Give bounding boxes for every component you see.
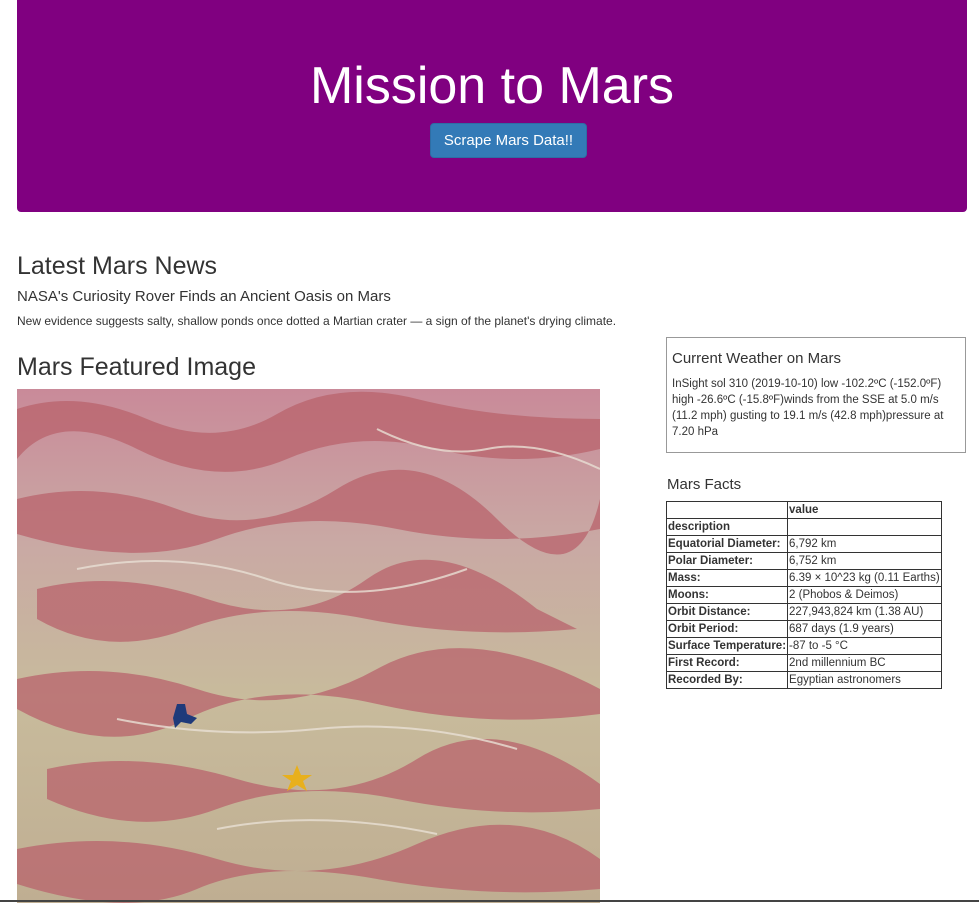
- index-label: description: [665, 518, 789, 536]
- news-teaser: New evidence suggests salty, shallow pon…: [17, 314, 617, 328]
- row-label: Polar Diameter:: [665, 552, 789, 570]
- table-row: Orbit Distance: 227,943,824 km (1.38 AU): [665, 603, 943, 621]
- featured-image: [17, 389, 600, 903]
- row-label: First Record:: [665, 654, 789, 672]
- table-row: Mass: 6.39 × 10^23 kg (0.11 Earths): [665, 569, 943, 587]
- table-index-row: description: [665, 518, 943, 536]
- table-row: Polar Diameter: 6,752 km: [665, 552, 943, 570]
- weather-text: InSight sol 310 (2019-10-10) low -102.2º…: [672, 378, 944, 438]
- table-row: Equatorial Diameter: 6,792 km: [665, 535, 943, 553]
- row-label: Mass:: [665, 569, 789, 587]
- page-bottom-divider: [0, 900, 979, 902]
- scrape-button[interactable]: Scrape Mars Data!!: [430, 123, 587, 158]
- header-banner: Mission to Mars Scrape Mars Data!!: [17, 0, 967, 212]
- row-value: 2nd millennium BC: [787, 654, 943, 672]
- facts-heading: Mars Facts: [667, 476, 742, 493]
- news-title: NASA's Curiosity Rover Finds an Ancient …: [17, 288, 391, 305]
- table-row: Surface Temperature: -87 to -5 °C: [665, 637, 943, 655]
- mars-facts-table: value description Equatorial Diameter: 6…: [665, 501, 943, 689]
- table-row: First Record: 2nd millennium BC: [665, 654, 943, 672]
- row-value: -87 to -5 °C: [787, 637, 943, 655]
- column-header-value: value: [787, 501, 943, 519]
- row-value: 6.39 × 10^23 kg (0.11 Earths): [787, 569, 943, 587]
- row-label: Moons:: [665, 586, 789, 604]
- weather-panel: Current Weather on Mars InSight sol 310 …: [666, 337, 966, 453]
- row-value: 6,792 km: [787, 535, 943, 553]
- page-title: Mission to Mars: [309, 57, 675, 115]
- row-label: Surface Temperature:: [665, 637, 789, 655]
- table-header-row: value: [665, 501, 943, 519]
- row-value: Egyptian astronomers: [787, 671, 943, 689]
- table-row: Orbit Period: 687 days (1.9 years): [665, 620, 943, 638]
- featured-image-heading: Mars Featured Image: [17, 353, 256, 381]
- row-label: Recorded By:: [665, 671, 789, 689]
- row-value: 227,943,824 km (1.38 AU): [787, 603, 943, 621]
- table-row: Recorded By: Egyptian astronomers: [665, 671, 943, 689]
- row-value: 2 (Phobos & Deimos): [787, 586, 943, 604]
- row-value: 6,752 km: [787, 552, 943, 570]
- row-value: 687 days (1.9 years): [787, 620, 943, 638]
- row-label: Equatorial Diameter:: [665, 535, 789, 553]
- table-corner-cell: [665, 501, 789, 519]
- weather-title: Current Weather on Mars: [672, 350, 841, 367]
- empty-cell: [787, 518, 943, 536]
- row-label: Orbit Period:: [665, 620, 789, 638]
- table-row: Moons: 2 (Phobos & Deimos): [665, 586, 943, 604]
- news-heading: Latest Mars News: [17, 252, 218, 280]
- row-label: Orbit Distance:: [665, 603, 789, 621]
